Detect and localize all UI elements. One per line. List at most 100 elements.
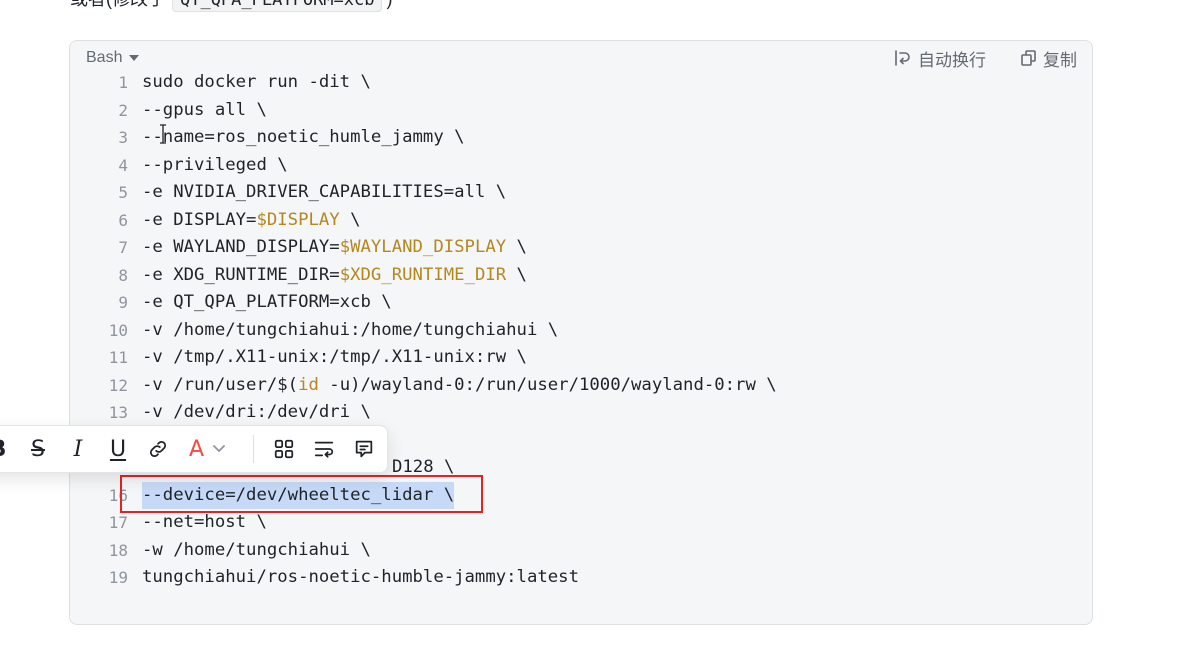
code-token: -w /home/tungchiahui \ [142, 539, 371, 560]
line-number: 5 [118, 183, 128, 202]
formatting-toolbar: B S I U A [0, 425, 388, 473]
text-color-icon: A [189, 436, 205, 462]
bold-button[interactable]: B [0, 429, 18, 469]
auto-wrap-label: 自动换行 [918, 50, 986, 70]
code-line[interactable]: 2 --gpus all \ [70, 97, 777, 125]
line-number: 3 [118, 128, 128, 147]
code-text: -v /run/user/$(id -u)/wayland-0:/run/use… [142, 372, 777, 400]
code-text: -w /home/tungchiahui \ [142, 537, 371, 565]
block-type-button[interactable] [264, 429, 304, 469]
code-line[interactable]: 10 -v /home/tungchiahui:/home/tungchiahui… [70, 317, 777, 345]
line-number: 4 [118, 155, 128, 175]
copy-button[interactable]: 复制 [1021, 46, 1077, 70]
code-token: -v /home/tungchiahui:/home/tungchiahui \ [142, 319, 559, 340]
code-line[interactable]: 19 tungchiahui/ros-noetic-humble-jammy:la… [70, 564, 777, 592]
code-line[interactable]: 4 --privileged \ [70, 152, 777, 180]
code-token: -e QT_QPA_PLATFORM=xcb \ [142, 292, 392, 312]
code-text: --privileged \ [142, 152, 288, 180]
code-line[interactable]: 3 --name=ros_noetic_humle_jammy \ [70, 124, 777, 152]
code-text: -e QT_QPA_PLATFORM=xcb \ [142, 289, 392, 317]
link-button[interactable] [138, 429, 178, 469]
line-number: 11 [108, 348, 128, 367]
strikethrough-button[interactable]: S [18, 429, 58, 469]
intro-prefix: 或者(修改了 [70, 0, 166, 9]
comment-icon [353, 438, 375, 460]
code-token: -e NVIDIA_DRIVER_CAPABILITIES=all \ [142, 182, 507, 202]
code-line[interactable]: 18 -w /home/tungchiahui \ [70, 537, 777, 565]
code-token: sudo docker run -dit \ [142, 72, 371, 92]
line-number: 10 [108, 320, 128, 340]
line-number: 9 [118, 293, 128, 312]
code-line[interactable]: 11 -v /tmp/.X11-unix:/tmp/.X11-unix:rw \ [70, 344, 777, 372]
grid-icon [273, 438, 295, 460]
code-line[interactable]: 6 -e DISPLAY=$DISPLAY \ [70, 207, 777, 235]
line-number: 12 [108, 375, 128, 395]
code-line[interactable]: 8 -e XDG_RUNTIME_DIR=$XDG_RUNTIME_DIR \ [70, 262, 777, 290]
line-number: 1 [118, 73, 128, 92]
text-wrap-button[interactable] [304, 429, 344, 469]
code-line[interactable]: 7 -e WAYLAND_DISPLAY=$WAYLAND_DISPLAY \ [70, 234, 777, 262]
strikethrough-icon: S [31, 436, 45, 462]
line-number: 7 [118, 238, 128, 257]
code-token: \ [506, 237, 527, 257]
toolbar-divider [253, 435, 254, 463]
code-line[interactable]: 17 --net=host \ [70, 509, 777, 537]
code-text: -v /tmp/.X11-unix:/tmp/.X11-unix:rw \ [142, 344, 527, 372]
copy-icon [1021, 50, 1036, 66]
comment-button[interactable] [344, 429, 384, 469]
code-block-header: Bash 自动换行 复制 [70, 46, 1092, 70]
link-icon [147, 438, 169, 460]
text-color-button[interactable]: A [178, 429, 237, 469]
code-text: --device=/dev/wheeltec_lidar \ [142, 481, 455, 509]
code-line[interactable]: 9 -e QT_QPA_PLATFORM=xcb \ [70, 289, 777, 317]
shell-variable: $XDG_RUNTIME_DIR [339, 264, 507, 285]
code-text: -e WAYLAND_DISPLAY=$WAYLAND_DISPLAY \ [142, 234, 527, 262]
intro-suffix: ) [386, 0, 392, 9]
line-number: 6 [118, 210, 128, 230]
code-text: --gpus all \ [142, 97, 267, 125]
line-number: 13 [108, 403, 128, 422]
code-text: --name=ros_noetic_humle_jammy \ [142, 124, 465, 152]
code-token: D128 \ [392, 457, 455, 477]
code-text: -e DISPLAY=$DISPLAY \ [142, 207, 361, 235]
code-text: -e XDG_RUNTIME_DIR=$XDG_RUNTIME_DIR \ [142, 262, 527, 290]
code-block[interactable]: Bash 自动换行 复制 1 sudo docker run -dit \ 2 --g… [69, 40, 1093, 625]
code-line[interactable]: 1 sudo docker run -dit \ [70, 69, 777, 97]
auto-wrap-button[interactable]: 自动换行 [894, 46, 986, 70]
code-token: -u)/wayland-0:/run/user/1000/wayland-0:r… [318, 374, 777, 395]
code-text: sudo docker run -dit \ [142, 69, 371, 97]
line-number: 17 [108, 513, 128, 532]
italic-icon: I [73, 436, 83, 462]
code-token: \ [339, 209, 361, 230]
bold-icon: B [0, 437, 6, 462]
code-lines[interactable]: 1 sudo docker run -dit \ 2 --gpus all \ 3 --n… [70, 69, 777, 592]
code-text: tungchiahui/ros-noetic-humble-jammy:late… [142, 564, 579, 592]
code-token: --privileged \ [142, 154, 288, 175]
code-line[interactable]: 13 -v /dev/dri:/dev/dri \ [70, 399, 777, 427]
copy-label: 复制 [1043, 50, 1077, 70]
line-number: 19 [108, 568, 128, 587]
chevron-down-icon [129, 55, 140, 61]
code-token: -e XDG_RUNTIME_DIR= [142, 264, 340, 285]
text-wrap-icon [313, 438, 335, 460]
code-token: tungchiahui/ros-noetic-humble-jammy:late… [142, 567, 579, 587]
code-text: --net=host \ [142, 509, 267, 537]
language-label: Bash [86, 49, 123, 66]
code-token: --gpus all \ [142, 99, 267, 120]
code-token: --device=/dev/wheeltec_lidar \ [142, 484, 455, 505]
code-token: -v /dev/dri:/dev/dri \ [142, 402, 371, 422]
code-token: --net=host \ [142, 512, 267, 532]
code-token: -v /run/user/$( [142, 374, 299, 395]
underline-button[interactable]: U [98, 429, 138, 469]
intro-inline-code: QT_QPA_PLATFORM=xcb [172, 0, 383, 12]
code-line[interactable]: 16 --device=/dev/wheeltec_lidar \ [70, 481, 777, 509]
code-line[interactable]: 12 -v /run/user/$(id -u)/wayland-0:/run/u… [70, 372, 777, 400]
line-number: 2 [118, 100, 128, 120]
code-line[interactable]: 5 -e NVIDIA_DRIVER_CAPABILITIES=all \ [70, 179, 777, 207]
language-selector[interactable]: Bash [86, 46, 140, 70]
intro-paragraph: 或者(修改了 QT_QPA_PLATFORM=xcb) [70, 0, 392, 14]
shell-variable: $WAYLAND_DISPLAY [339, 237, 507, 257]
code-token: -e WAYLAND_DISPLAY= [142, 237, 340, 257]
italic-button[interactable]: I [58, 429, 98, 469]
code-text: -e NVIDIA_DRIVER_CAPABILITIES=all \ [142, 179, 506, 207]
